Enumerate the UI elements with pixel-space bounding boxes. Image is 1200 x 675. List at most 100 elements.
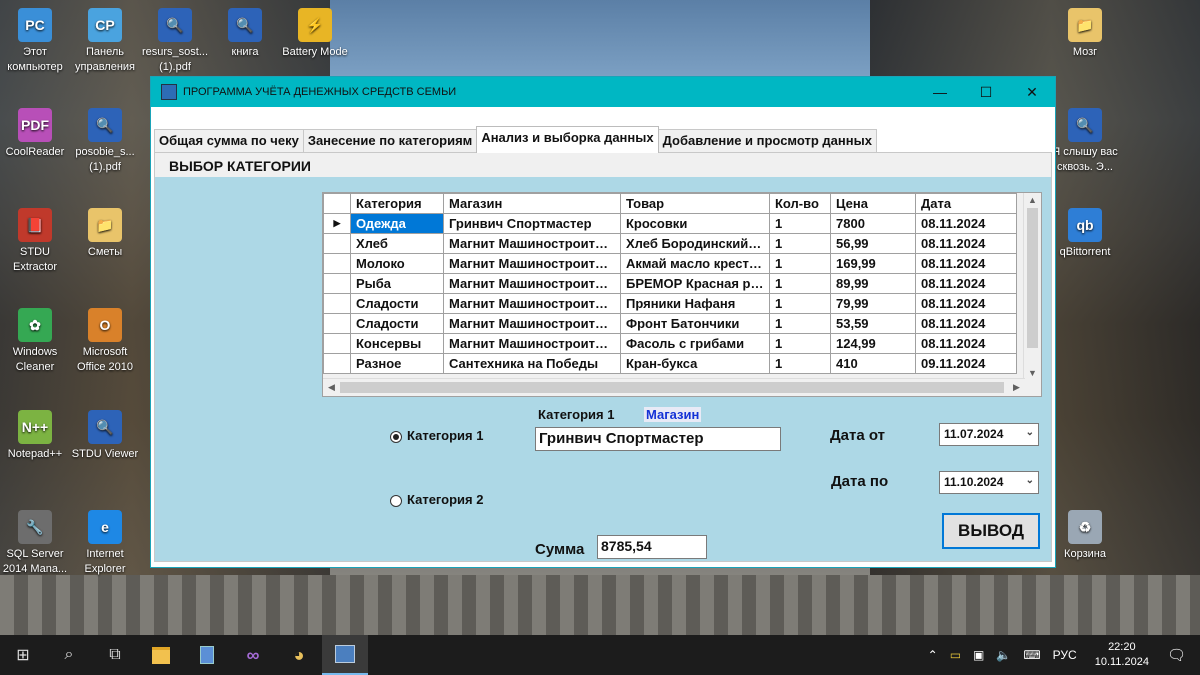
tab-add-view[interactable]: Добавление и просмотр данных <box>657 129 877 153</box>
desktop-icon[interactable]: 📁 Мозг <box>1050 8 1120 60</box>
desktop-icon[interactable]: e Internet Explorer <box>70 510 140 577</box>
category1-radio-label[interactable]: Категория 1 <box>407 428 483 443</box>
column-header-store[interactable]: Магазин <box>443 193 621 214</box>
table-row[interactable]: Рыба Магнит Машиностроителей БРЕМОР Красна… <box>323 273 1017 294</box>
table-cell[interactable]: 08.11.2024 <box>915 233 1017 254</box>
scroll-up-icon[interactable]: ▲ <box>1024 193 1041 207</box>
table-cell[interactable]: 7800 <box>830 213 916 234</box>
table-cell[interactable]: 1 <box>769 233 831 254</box>
desktop-icon[interactable]: N++ Notepad++ <box>0 410 70 462</box>
category2-radio[interactable] <box>390 495 402 507</box>
desktop-icon[interactable]: ♻ Корзина <box>1050 510 1120 562</box>
table-cell[interactable]: Одежда <box>350 213 444 234</box>
table-cell[interactable]: 08.11.2024 <box>915 313 1017 334</box>
start-button[interactable]: ⊞ <box>0 635 46 675</box>
desktop-icon[interactable]: 🔍 книга <box>210 8 280 60</box>
table-cell[interactable]: 1 <box>769 293 831 314</box>
table-cell[interactable]: Консервы <box>350 333 444 354</box>
chevron-up-icon[interactable]: ⌃ <box>928 648 938 662</box>
desktop-icon[interactable]: 📁 Сметы <box>70 208 140 260</box>
desktop-icon[interactable]: 🔍 resurs_sost... (1).pdf <box>140 8 210 75</box>
grid-vertical-scrollbar[interactable]: ▲ ▼ <box>1023 193 1041 380</box>
running-app-icon[interactable] <box>322 635 368 675</box>
desktop-icon[interactable]: ⚡ Battery Mode <box>280 8 350 60</box>
table-row[interactable]: Консервы Магнит Машиностроителей Фасоль с … <box>323 333 1017 354</box>
desktop-icon[interactable]: qb qBittorrent <box>1050 208 1120 260</box>
table-cell[interactable]: Пряники Нафаня <box>620 293 770 314</box>
table-cell[interactable]: Магнит Машиностроителей <box>443 253 621 274</box>
table-cell[interactable]: БРЕМОР Красная рыба <box>620 273 770 294</box>
table-row[interactable]: Разное Сантехника на Победы Кран-букса 1 410… <box>323 353 1017 374</box>
column-header-category[interactable]: Категория <box>350 193 444 214</box>
row-header[interactable] <box>323 233 351 254</box>
table-cell[interactable]: 89,99 <box>830 273 916 294</box>
table-cell[interactable]: 08.11.2024 <box>915 273 1017 294</box>
network-icon[interactable]: ▣ <box>973 648 984 662</box>
desktop-icon[interactable]: 🔧 SQL Server 2014 Mana... <box>0 510 70 577</box>
category1-radio[interactable] <box>390 431 402 443</box>
desktop-icon[interactable]: 🔍 posobie_s... (1).pdf <box>70 108 140 175</box>
table-cell[interactable]: Хлеб <box>350 233 444 254</box>
table-cell[interactable]: Гринвич Спортмастер <box>443 213 621 234</box>
table-row[interactable]: Сладости Магнит Машиностроителей Фронт Бат… <box>323 313 1017 334</box>
table-row[interactable]: Хлеб Магнит Машиностроителей Хлеб Бородинс… <box>323 233 1017 254</box>
minimize-button[interactable]: — <box>917 77 963 107</box>
language-indicator[interactable]: РУС <box>1053 648 1077 662</box>
column-header-price[interactable]: Цена <box>830 193 916 214</box>
table-cell[interactable]: Фасоль с грибами <box>620 333 770 354</box>
table-cell[interactable]: Фронт Батончики <box>620 313 770 334</box>
calculator-icon[interactable] <box>184 635 230 675</box>
output-button[interactable]: ВЫВОД <box>942 513 1040 549</box>
clock[interactable]: 22:20 10.11.2024 <box>1095 640 1149 670</box>
search-icon[interactable]: ⌕ <box>46 635 92 675</box>
table-row[interactable]: Сладости Магнит Машиностроителей Пряники Н… <box>323 293 1017 314</box>
row-header[interactable] <box>323 253 351 274</box>
column-header-date[interactable]: Дата <box>915 193 1017 214</box>
category2-radio-label[interactable]: Категория 2 <box>407 492 483 507</box>
table-cell[interactable]: 1 <box>769 333 831 354</box>
table-cell[interactable]: Хлеб Бородинский нарезка <box>620 233 770 254</box>
table-cell[interactable]: Рыба <box>350 273 444 294</box>
desktop-icon[interactable]: PDF CoolReader <box>0 108 70 160</box>
table-cell[interactable]: 79,99 <box>830 293 916 314</box>
table-row[interactable]: ▶ Одежда Гринвич Спортмастер Кросовки 1 7800 0… <box>323 213 1017 234</box>
row-header[interactable] <box>323 353 351 374</box>
table-cell[interactable]: 1 <box>769 253 831 274</box>
table-cell[interactable]: 1 <box>769 313 831 334</box>
table-cell[interactable]: 169,99 <box>830 253 916 274</box>
table-cell[interactable]: 08.11.2024 <box>915 213 1017 234</box>
paint-icon[interactable]: ◕ <box>276 635 322 675</box>
table-cell[interactable]: 56,99 <box>830 233 916 254</box>
row-header[interactable]: ▶ <box>323 213 351 234</box>
table-cell[interactable]: Сладости <box>350 293 444 314</box>
row-header[interactable] <box>323 333 351 354</box>
table-cell[interactable]: Магнит Машиностроителей <box>443 273 621 294</box>
table-cell[interactable]: Акмай масло крестьянское <box>620 253 770 274</box>
scroll-right-icon[interactable]: ▶ <box>1008 379 1025 396</box>
table-cell[interactable]: 410 <box>830 353 916 374</box>
desktop-icon[interactable]: PC Этот компьютер <box>0 8 70 75</box>
table-cell[interactable]: 53,59 <box>830 313 916 334</box>
table-cell[interactable]: Магнит Машиностроителей <box>443 333 621 354</box>
scroll-down-icon[interactable]: ▼ <box>1024 366 1041 380</box>
maximize-button[interactable]: ☐ <box>963 77 1009 107</box>
visual-studio-icon[interactable]: ∞ <box>230 635 276 675</box>
category-input[interactable]: Гринвич Спортмастер <box>535 427 781 451</box>
date-from-picker[interactable]: 11.07.2024 ⌄ <box>939 423 1039 446</box>
table-cell[interactable]: 09.11.2024 <box>915 353 1017 374</box>
vertical-scroll-thumb[interactable] <box>1027 208 1038 348</box>
desktop-icon[interactable]: CP Панель управления <box>70 8 140 75</box>
volume-icon[interactable]: 🔈 <box>996 648 1011 662</box>
table-cell[interactable]: Сладости <box>350 313 444 334</box>
horizontal-scroll-thumb[interactable] <box>340 382 1004 393</box>
table-cell[interactable]: Сантехника на Победы <box>443 353 621 374</box>
table-cell[interactable]: 08.11.2024 <box>915 253 1017 274</box>
grid-horizontal-scrollbar[interactable]: ◀ ▶ <box>323 378 1025 396</box>
table-cell[interactable]: 124,99 <box>830 333 916 354</box>
table-cell[interactable]: Разное <box>350 353 444 374</box>
table-row[interactable]: Молоко Магнит Машиностроителей Акмай масло… <box>323 253 1017 274</box>
task-view-icon[interactable]: ⧉ <box>92 635 138 675</box>
table-cell[interactable]: Магнит Машиностроителей <box>443 293 621 314</box>
tab-entry-by-category[interactable]: Занесение по категориям <box>302 129 478 153</box>
column-header-product[interactable]: Товар <box>620 193 770 214</box>
